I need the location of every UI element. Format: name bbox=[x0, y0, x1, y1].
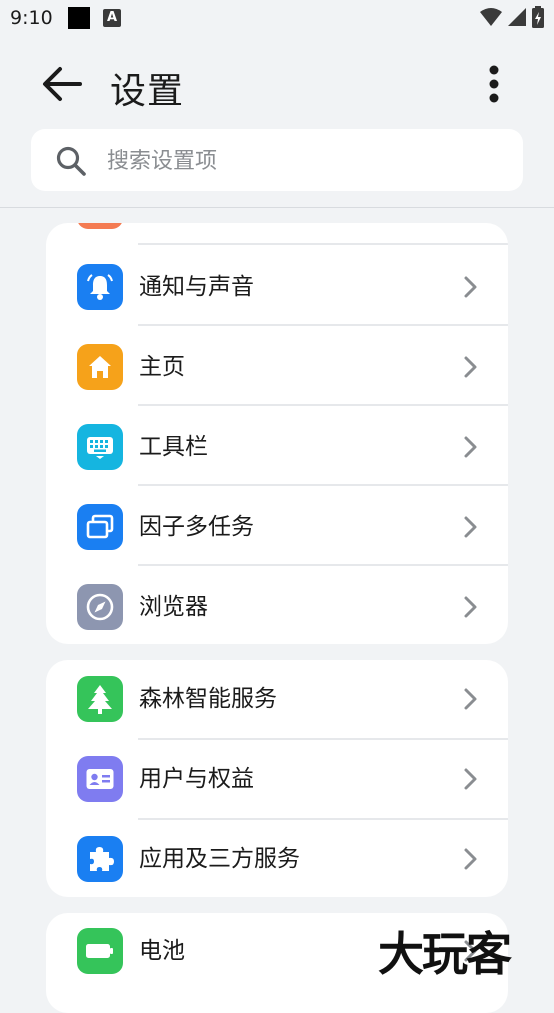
settings-item-forest-smart-service[interactable]: 森林智能服务 bbox=[46, 660, 508, 739]
multitask-icon bbox=[77, 504, 123, 550]
settings-item-label: 森林智能服务 bbox=[139, 686, 277, 712]
settings-item-notification-sound[interactable]: 通知与声音 bbox=[46, 247, 508, 327]
app-bar: 设置 bbox=[0, 40, 554, 126]
notification-a-icon: A bbox=[103, 9, 121, 27]
row-divider bbox=[138, 564, 508, 566]
chevron-right-icon bbox=[464, 356, 477, 378]
chevron-right-icon bbox=[464, 516, 477, 538]
bell-icon bbox=[77, 264, 123, 310]
settings-item-multitask[interactable]: 因子多任务 bbox=[46, 487, 508, 567]
more-options-button[interactable] bbox=[472, 62, 516, 106]
more-vertical-icon bbox=[489, 65, 499, 103]
chevron-right-icon bbox=[464, 436, 477, 458]
notification-square-icon bbox=[68, 7, 90, 29]
back-button[interactable] bbox=[36, 58, 88, 110]
settings-item-label: 应用及三方服务 bbox=[139, 846, 300, 872]
settings-item-user-rights[interactable]: 用户与权益 bbox=[46, 739, 508, 819]
settings-card-2: 森林智能服务 用户与权益 应用及三方服务 bbox=[46, 660, 508, 897]
settings-item-label: 通知与声音 bbox=[139, 274, 254, 300]
chevron-right-icon bbox=[464, 596, 477, 618]
battery-status-icon bbox=[532, 6, 544, 28]
search-bar[interactable] bbox=[31, 129, 523, 193]
watermark-text: 大玩客 bbox=[378, 927, 512, 981]
settings-item-home[interactable]: 主页 bbox=[46, 327, 508, 407]
settings-item-toolbar[interactable]: 工具栏 bbox=[46, 407, 508, 487]
settings-item-label: 浏览器 bbox=[139, 594, 208, 620]
home-icon bbox=[77, 344, 123, 390]
settings-item-browser[interactable]: 浏览器 bbox=[46, 567, 508, 644]
status-bar: 9:10 A bbox=[0, 0, 554, 36]
wifi-icon bbox=[480, 8, 502, 26]
status-time: 9:10 bbox=[10, 7, 53, 29]
row-divider bbox=[138, 243, 508, 245]
signal-icon bbox=[508, 8, 526, 26]
settings-item-label: 电池 bbox=[139, 938, 185, 964]
settings-card-1: 通知与声音 主页 工具栏 因子多任务 浏览器 bbox=[46, 223, 508, 644]
arrow-left-icon bbox=[43, 67, 82, 101]
settings-item-label: 工具栏 bbox=[139, 434, 208, 460]
chevron-right-icon bbox=[464, 848, 477, 870]
row-divider bbox=[138, 484, 508, 486]
partial-item-icon bbox=[77, 223, 123, 229]
tree-icon bbox=[77, 676, 123, 722]
keyboard-icon bbox=[77, 424, 123, 470]
settings-item-apps-third-party[interactable]: 应用及三方服务 bbox=[46, 819, 508, 897]
settings-item-label: 主页 bbox=[139, 354, 185, 380]
chevron-right-icon bbox=[464, 276, 477, 298]
search-icon bbox=[56, 146, 86, 176]
search-input[interactable] bbox=[105, 129, 509, 193]
compass-icon bbox=[77, 584, 123, 630]
settings-item-label: 因子多任务 bbox=[139, 514, 254, 540]
chevron-right-icon bbox=[464, 688, 477, 710]
header-divider bbox=[0, 207, 554, 208]
status-indicators bbox=[480, 6, 544, 28]
page-title: 设置 bbox=[110, 71, 185, 112]
id-card-icon bbox=[77, 756, 123, 802]
chevron-right-icon bbox=[464, 768, 477, 790]
battery-icon bbox=[77, 928, 123, 974]
row-divider bbox=[138, 404, 508, 406]
row-divider bbox=[138, 324, 508, 326]
settings-item-label: 用户与权益 bbox=[139, 766, 254, 792]
puzzle-icon bbox=[77, 836, 123, 882]
